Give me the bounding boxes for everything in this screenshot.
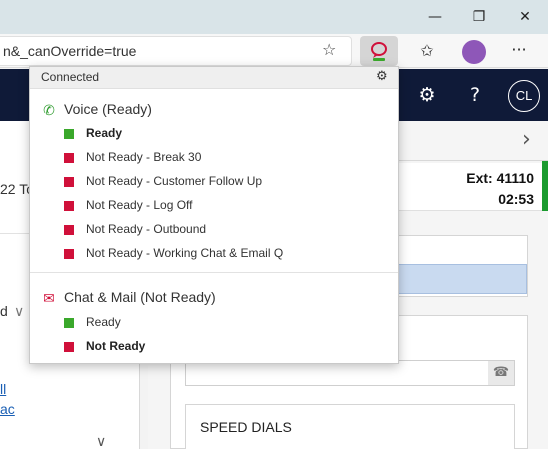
phone-icon: ✆ (43, 103, 55, 119)
gear-icon[interactable]: ⚙ (376, 69, 388, 84)
connection-status: Connected (41, 70, 100, 84)
presence-option[interactable]: Not Ready (64, 338, 384, 356)
profile-avatar[interactable] (462, 40, 486, 64)
dropdown-header: Connected ⚙ (30, 67, 398, 89)
status-square-icon (64, 201, 74, 211)
status-square-icon (64, 342, 74, 352)
settings-icon[interactable]: ⚙ (412, 81, 442, 109)
presence-option[interactable]: Not Ready - Outbound (64, 221, 384, 239)
status-square-icon (64, 153, 74, 163)
presence-option[interactable]: Not Ready - Break 30 (64, 149, 384, 167)
chat-extension-button[interactable] (360, 36, 398, 66)
presence-option[interactable]: Not Ready - Log Off (64, 197, 384, 215)
presence-option[interactable]: Ready (64, 125, 384, 143)
divider (30, 272, 398, 273)
presence-dropdown: Connected ⚙ ✆ Voice (Ready) Ready Not Ready… (29, 66, 399, 364)
window-titlebar: — ❐ ✕ (0, 0, 548, 34)
close-button[interactable]: ✕ (514, 6, 536, 28)
presence-option-label: Not Ready - Working Chat & Email Q (86, 246, 284, 260)
channel-name: Voice (Ready) (64, 101, 152, 117)
link-2[interactable]: ac (0, 401, 15, 417)
chevron-down-icon[interactable]: ∨ (96, 433, 106, 449)
presence-option-label: Not Ready - Log Off (86, 198, 193, 212)
help-icon[interactable]: ? (460, 81, 490, 109)
chevron-right-icon[interactable]: › (522, 127, 531, 152)
more-icon[interactable]: ··· (506, 40, 532, 62)
presence-option-label: Ready (86, 315, 121, 329)
presence-option-label: Not Ready (86, 339, 146, 353)
address-bar[interactable]: n&_canOverride=true (0, 36, 352, 66)
favorites-add-icon[interactable]: ☆ (322, 40, 336, 59)
collections-icon[interactable]: ✩ (416, 41, 438, 63)
channel-name: Chat & Mail (Not Ready) (64, 289, 216, 305)
extension-label: Ext: 41110 (466, 170, 534, 186)
status-square-icon (64, 249, 74, 259)
user-avatar[interactable]: CL (508, 80, 540, 112)
speed-dials-section: SPEED DIALS (185, 404, 515, 449)
presence-option-label: Ready (86, 126, 123, 140)
chat-icon: ✉ (43, 291, 55, 307)
link-1[interactable]: ll (0, 381, 6, 397)
chevron-down-icon[interactable]: ∨ (14, 303, 24, 320)
minimize-button[interactable]: — (424, 6, 446, 28)
speed-dials-title: SPEED DIALS (200, 419, 292, 435)
status-square-icon (64, 129, 74, 139)
status-accent-bar (542, 161, 548, 211)
presence-option-label: Not Ready - Outbound (86, 222, 207, 236)
restore-button[interactable]: ❐ (468, 6, 490, 28)
presence-option-label: Not Ready - Break 30 (86, 150, 202, 164)
status-square-icon (64, 177, 74, 187)
presence-option[interactable]: Not Ready - Customer Follow Up (64, 173, 384, 191)
status-square-icon (64, 225, 74, 235)
chat-extension-icon (371, 42, 387, 61)
status-square-icon (64, 318, 74, 328)
left-panel-select[interactable]: d (0, 303, 8, 319)
presence-option[interactable]: Not Ready - Working Chat & Email Q (64, 245, 384, 263)
presence-option[interactable]: Ready (64, 314, 384, 332)
browser-toolbar: n&_canOverride=true ☆ ✩ ··· (0, 34, 548, 68)
presence-option-label: Not Ready - Customer Follow Up (86, 174, 263, 188)
call-timer: 02:53 (498, 191, 534, 207)
phone-icon[interactable]: ☎ (488, 361, 514, 385)
